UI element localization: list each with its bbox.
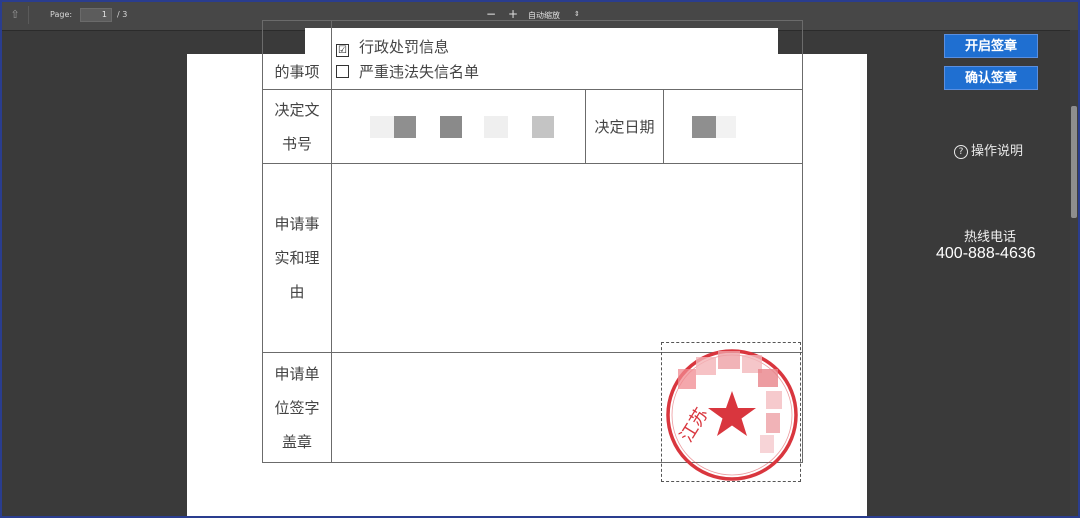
- redacted-value: [332, 91, 585, 163]
- help-link[interactable]: ? 操作说明: [954, 140, 1023, 159]
- table-row: 决定文 书号 决定日期: [262, 89, 804, 164]
- previous-page-icon[interactable]: ⇧: [8, 8, 22, 22]
- hotline-number: 400-888-4636: [936, 245, 1036, 262]
- signature-label-line: 位签字: [274, 398, 320, 417]
- seal-text: 江苏: [676, 404, 713, 446]
- decision-number-label-cell: 决定文 书号: [262, 89, 332, 164]
- checkbox-checked-icon[interactable]: ☑: [336, 44, 349, 57]
- seal-selection-box[interactable]: 江苏: [661, 342, 801, 482]
- item-label-cell: 的事项: [262, 20, 332, 90]
- page-number-input[interactable]: 1: [80, 8, 112, 22]
- option-serious-violation[interactable]: 严重违法失信名单: [336, 59, 802, 86]
- scrollbar[interactable]: [1070, 30, 1078, 516]
- item-options-cell: ☑ 行政处罚信息 严重违法失信名单: [330, 20, 804, 90]
- page-total: / 3: [117, 10, 128, 19]
- chevron-updown-icon[interactable]: ⇕: [574, 10, 580, 18]
- table-row: 申请事 实和理 由: [262, 163, 804, 353]
- decision-number-label-line: 决定文: [274, 100, 320, 119]
- option-label: 行政处罚信息: [359, 38, 450, 56]
- reason-value-cell[interactable]: [330, 163, 804, 353]
- zoom-in-button[interactable]: +: [508, 7, 518, 21]
- decision-date-value-cell: [662, 89, 804, 164]
- option-administrative-penalty[interactable]: ☑ 行政处罚信息: [336, 34, 802, 61]
- open-sign-button[interactable]: 开启签章: [944, 34, 1038, 58]
- page-label: Page:: [50, 10, 73, 19]
- reason-label-cell: 申请事 实和理 由: [262, 163, 332, 353]
- signature-label-cell: 申请单 位签字 盖章: [262, 352, 332, 463]
- option-label: 严重违法失信名单: [359, 63, 480, 81]
- item-label: 的事项: [274, 63, 320, 81]
- toolbar-divider: [28, 6, 45, 24]
- help-text: 操作说明: [971, 144, 1024, 159]
- company-seal: 江苏: [666, 349, 798, 481]
- help-icon: ?: [954, 145, 968, 159]
- window-frame: ⇧ Page: 1 / 3 − + 自动缩放 ⇕ 的事项 ☑ 行政处罚信息 严重违…: [0, 0, 1080, 518]
- table-row: 的事项 ☑ 行政处罚信息 严重违法失信名单: [262, 20, 804, 90]
- scrollbar-thumb[interactable]: [1071, 106, 1077, 218]
- reason-label-line: 实和理: [274, 249, 320, 267]
- decision-number-label-line: 书号: [281, 134, 312, 153]
- reason-label-line: 申请事: [274, 215, 320, 233]
- checkbox-unchecked-icon[interactable]: [336, 65, 349, 78]
- decision-date-label: 决定日期: [585, 89, 664, 164]
- decision-number-value-cell: [331, 89, 586, 164]
- signature-label-line: 申请单: [274, 364, 320, 383]
- confirm-sign-button[interactable]: 确认签章: [944, 66, 1038, 90]
- star-icon: [708, 391, 756, 436]
- hotline-label: 热线电话: [964, 230, 1017, 245]
- reason-label-line: 由: [289, 283, 305, 301]
- redacted-value: [664, 91, 802, 163]
- zoom-out-button[interactable]: −: [486, 7, 496, 21]
- signature-label-line: 盖章: [281, 432, 312, 451]
